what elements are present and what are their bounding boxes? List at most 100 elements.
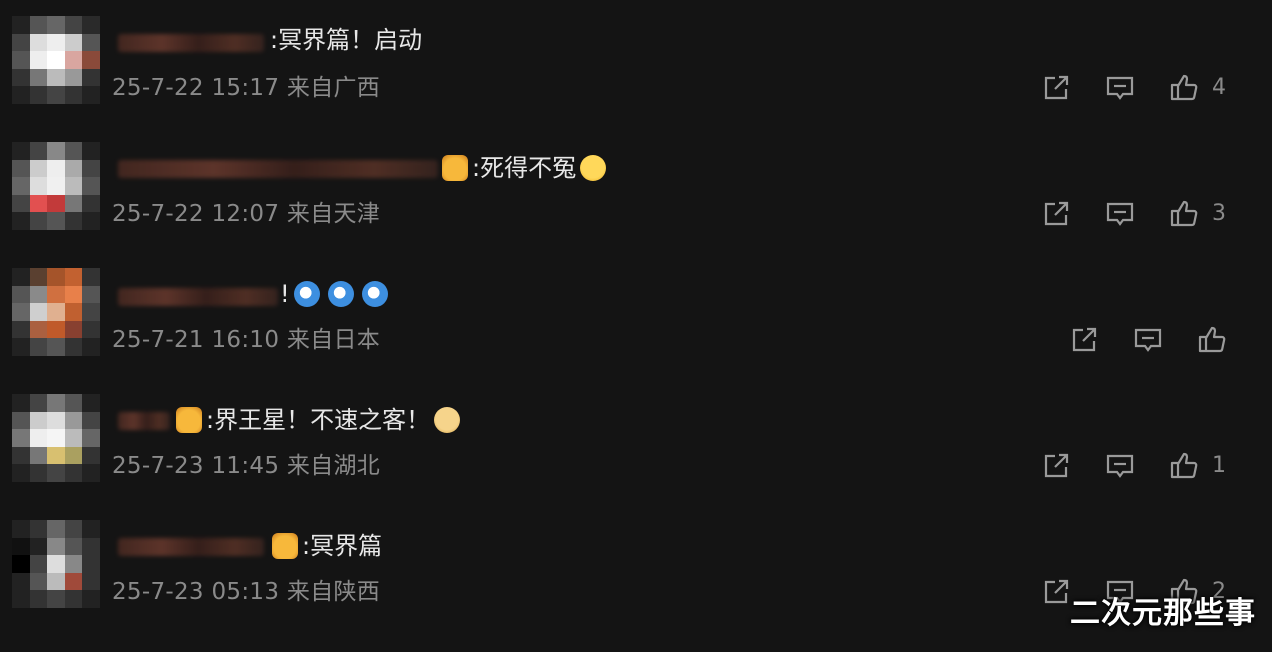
avatar-pixel	[47, 572, 65, 591]
comment-item: :冥界篇！启动 25-7-22 15:17 来自广西 4	[0, 10, 1272, 136]
comment-text: :界王星！不速之客！	[206, 406, 431, 434]
avatar-pixel	[29, 572, 48, 591]
username-blurred[interactable]	[118, 160, 438, 178]
avatar-pixel	[64, 159, 83, 178]
avatar-pixel	[12, 177, 30, 195]
avatar-pixel	[29, 555, 48, 573]
comment-location: 来自湖北	[286, 453, 381, 479]
like-icon[interactable]	[1196, 324, 1228, 356]
avatar-pixel	[82, 590, 100, 608]
comment-icon[interactable]	[1104, 72, 1136, 104]
username-blurred[interactable]	[118, 538, 264, 556]
comment-actions: 4	[1040, 72, 1240, 108]
avatar-pixel	[82, 320, 100, 339]
avatar-pixel	[29, 33, 48, 52]
avatar-pixel	[47, 394, 65, 412]
comment-time: 25-7-22 12:07	[112, 201, 280, 227]
avatar-pixel	[64, 142, 83, 160]
doge-emoji	[434, 407, 461, 433]
avatar-pixel	[47, 194, 65, 213]
avatar-pixel	[82, 537, 100, 556]
avatar-pixel	[47, 16, 65, 34]
comment-actions: 3	[1040, 198, 1240, 234]
avatar-pixel	[12, 194, 30, 213]
avatar-pixel	[29, 320, 48, 339]
avatar[interactable]	[12, 520, 100, 608]
avatar-pixel	[82, 51, 100, 69]
avatar-pixel	[47, 268, 65, 286]
comment-actions	[1068, 324, 1240, 360]
avatar-pixel	[29, 446, 48, 465]
comment-text-wrap: :冥界篇	[268, 531, 382, 561]
avatar-pixel	[82, 86, 100, 104]
avatar-pixel	[82, 68, 100, 87]
avatar-pixel	[82, 394, 100, 412]
avatar-pixel	[47, 411, 65, 430]
avatar-pixel	[64, 68, 83, 87]
avatar-pixel	[29, 159, 48, 178]
avatar-pixel	[47, 590, 65, 608]
avatar-pixel	[64, 285, 83, 304]
avatar-pixel	[29, 590, 48, 608]
avatar-pixel	[12, 394, 30, 412]
avatar-pixel	[12, 51, 30, 69]
avatar[interactable]	[12, 16, 100, 104]
username-blurred[interactable]	[118, 34, 264, 52]
crown-emoji	[442, 155, 468, 181]
avatar-pixel	[29, 429, 48, 447]
share-icon[interactable]	[1040, 72, 1072, 104]
like-icon[interactable]	[1168, 450, 1200, 482]
avatar-pixel	[82, 16, 100, 34]
avatar-pixel	[82, 212, 100, 230]
avatar-pixel	[12, 268, 30, 286]
avatar-pixel	[29, 86, 48, 104]
avatar-pixel	[64, 555, 83, 573]
avatar[interactable]	[12, 268, 100, 356]
comment-text: :冥界篇	[302, 532, 383, 560]
avatar-pixel	[47, 142, 65, 160]
avatar[interactable]	[12, 394, 100, 482]
avatar-pixel	[47, 520, 65, 538]
comment-time: 25-7-23 11:45	[112, 453, 280, 479]
avatar-pixel	[29, 177, 48, 195]
avatar-pixel	[64, 464, 83, 482]
comment-icon[interactable]	[1104, 450, 1136, 482]
comment-list: :冥界篇！启动 25-7-22 15:17 来自广西 4 :死得不冤 25-7-…	[0, 0, 1272, 652]
comment-icon[interactable]	[1104, 198, 1136, 230]
avatar-pixel	[82, 520, 100, 538]
avatar-pixel	[64, 16, 83, 34]
avatar-pixel	[82, 142, 100, 160]
avatar-pixel	[64, 394, 83, 412]
avatar-pixel	[64, 86, 83, 104]
avatar[interactable]	[12, 142, 100, 230]
avatar-pixel	[29, 142, 48, 160]
avatar-pixel	[64, 338, 83, 356]
comment-meta: 25-7-23 05:13 来自陕西	[112, 578, 380, 606]
avatar-pixel	[64, 303, 83, 321]
username-blurred[interactable]	[118, 288, 278, 306]
avatar-pixel	[12, 86, 30, 104]
shark-emoji	[293, 281, 320, 307]
share-icon[interactable]	[1068, 324, 1100, 356]
avatar-pixel	[47, 429, 65, 447]
avatar-pixel	[12, 338, 30, 356]
like-icon[interactable]	[1168, 72, 1200, 104]
username-blurred[interactable]	[118, 412, 170, 430]
comment-meta: 25-7-21 16:10 来自日本	[112, 326, 380, 354]
share-icon[interactable]	[1040, 198, 1072, 230]
comment-text-wrap: :死得不冤	[438, 153, 610, 183]
crown-emoji	[176, 407, 202, 433]
comment-icon[interactable]	[1132, 324, 1164, 356]
comment-item: ! 25-7-21 16:10 来自日本	[0, 262, 1272, 388]
avatar-pixel	[29, 268, 48, 286]
avatar-pixel	[12, 464, 30, 482]
like-count: 4	[1212, 75, 1226, 100]
avatar-pixel	[82, 268, 100, 286]
comment-actions: 1	[1040, 450, 1240, 486]
comment-meta: 25-7-23 11:45 来自湖北	[112, 452, 380, 480]
like-icon[interactable]	[1168, 198, 1200, 230]
avatar-pixel	[82, 446, 100, 465]
share-icon[interactable]	[1040, 576, 1072, 608]
avatar-pixel	[64, 411, 83, 430]
share-icon[interactable]	[1040, 450, 1072, 482]
